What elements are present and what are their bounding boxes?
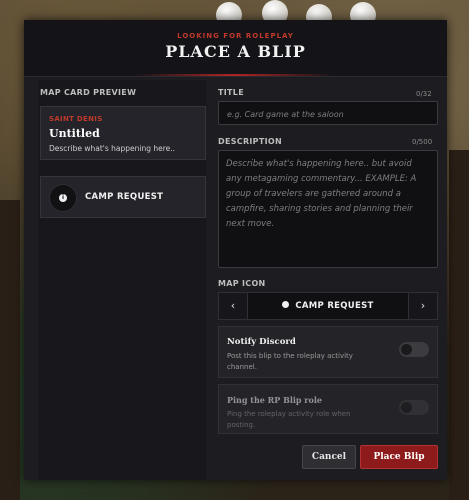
dialog-title: PLACE A BLIP <box>165 42 306 61</box>
preview-description: Describe what's happening here.. <box>49 144 176 153</box>
notify-discord-title: Notify Discord <box>227 337 296 347</box>
preview-title: Untitled <box>49 127 100 140</box>
map-icon-next-button[interactable]: › <box>408 293 437 319</box>
header-kicker: LOOKING FOR ROLEPLAY <box>177 32 294 40</box>
description-textarea[interactable] <box>219 151 437 267</box>
preview-category-label: CAMP REQUEST <box>85 192 164 202</box>
ping-role-title: Ping the RP Blip role <box>227 395 322 405</box>
description-field <box>218 150 438 268</box>
notify-discord-description: Post this blip to the roleplay activity … <box>227 352 353 371</box>
description-counter: 0/500 <box>412 138 433 146</box>
map-card-preview: SAINT DENIS Untitled Describe what's hap… <box>40 106 206 160</box>
preview-section-label: MAP CARD PREVIEW <box>40 88 137 97</box>
dialog-header: LOOKING FOR ROLEPLAY PLACE A BLIP <box>24 20 447 77</box>
title-field <box>218 101 438 126</box>
preview-column: MAP CARD PREVIEW SAINT DENIS Untitled De… <box>38 80 206 480</box>
notify-discord-option: Notify Discord Post this blip to the rol… <box>218 326 438 378</box>
info-dot-icon <box>282 301 290 308</box>
description-label: DESCRIPTION <box>218 137 282 146</box>
preview-category: i CAMP REQUEST <box>40 176 206 218</box>
title-label: TITLE <box>218 88 244 97</box>
header-divider <box>134 74 334 76</box>
map-icon-selected: CAMP REQUEST <box>249 293 407 319</box>
info-dot-icon: i <box>59 194 67 202</box>
map-icon-label: MAP ICON <box>218 279 266 288</box>
notify-discord-toggle[interactable] <box>399 342 429 357</box>
place-blip-button[interactable]: Place Blip <box>360 445 438 469</box>
map-icon-selected-label: CAMP REQUEST <box>295 301 374 311</box>
preview-location: SAINT DENIS <box>49 115 103 123</box>
ping-role-option: Ping the RP Blip role Ping the roleplay … <box>218 384 438 434</box>
ping-role-toggle[interactable] <box>399 400 429 415</box>
title-counter: 0/32 <box>416 90 432 98</box>
map-icon-prev-button[interactable]: ‹ <box>219 293 248 319</box>
place-blip-dialog: LOOKING FOR ROLEPLAY PLACE A BLIP MAP CA… <box>24 20 447 480</box>
cancel-button[interactable]: Cancel <box>302 445 356 469</box>
ping-role-description: Ping the roleplay activity role when pos… <box>227 410 351 429</box>
category-icon-badge: i <box>49 184 77 212</box>
title-input[interactable] <box>219 103 437 126</box>
map-icon-picker: ‹ CAMP REQUEST › <box>218 292 438 320</box>
